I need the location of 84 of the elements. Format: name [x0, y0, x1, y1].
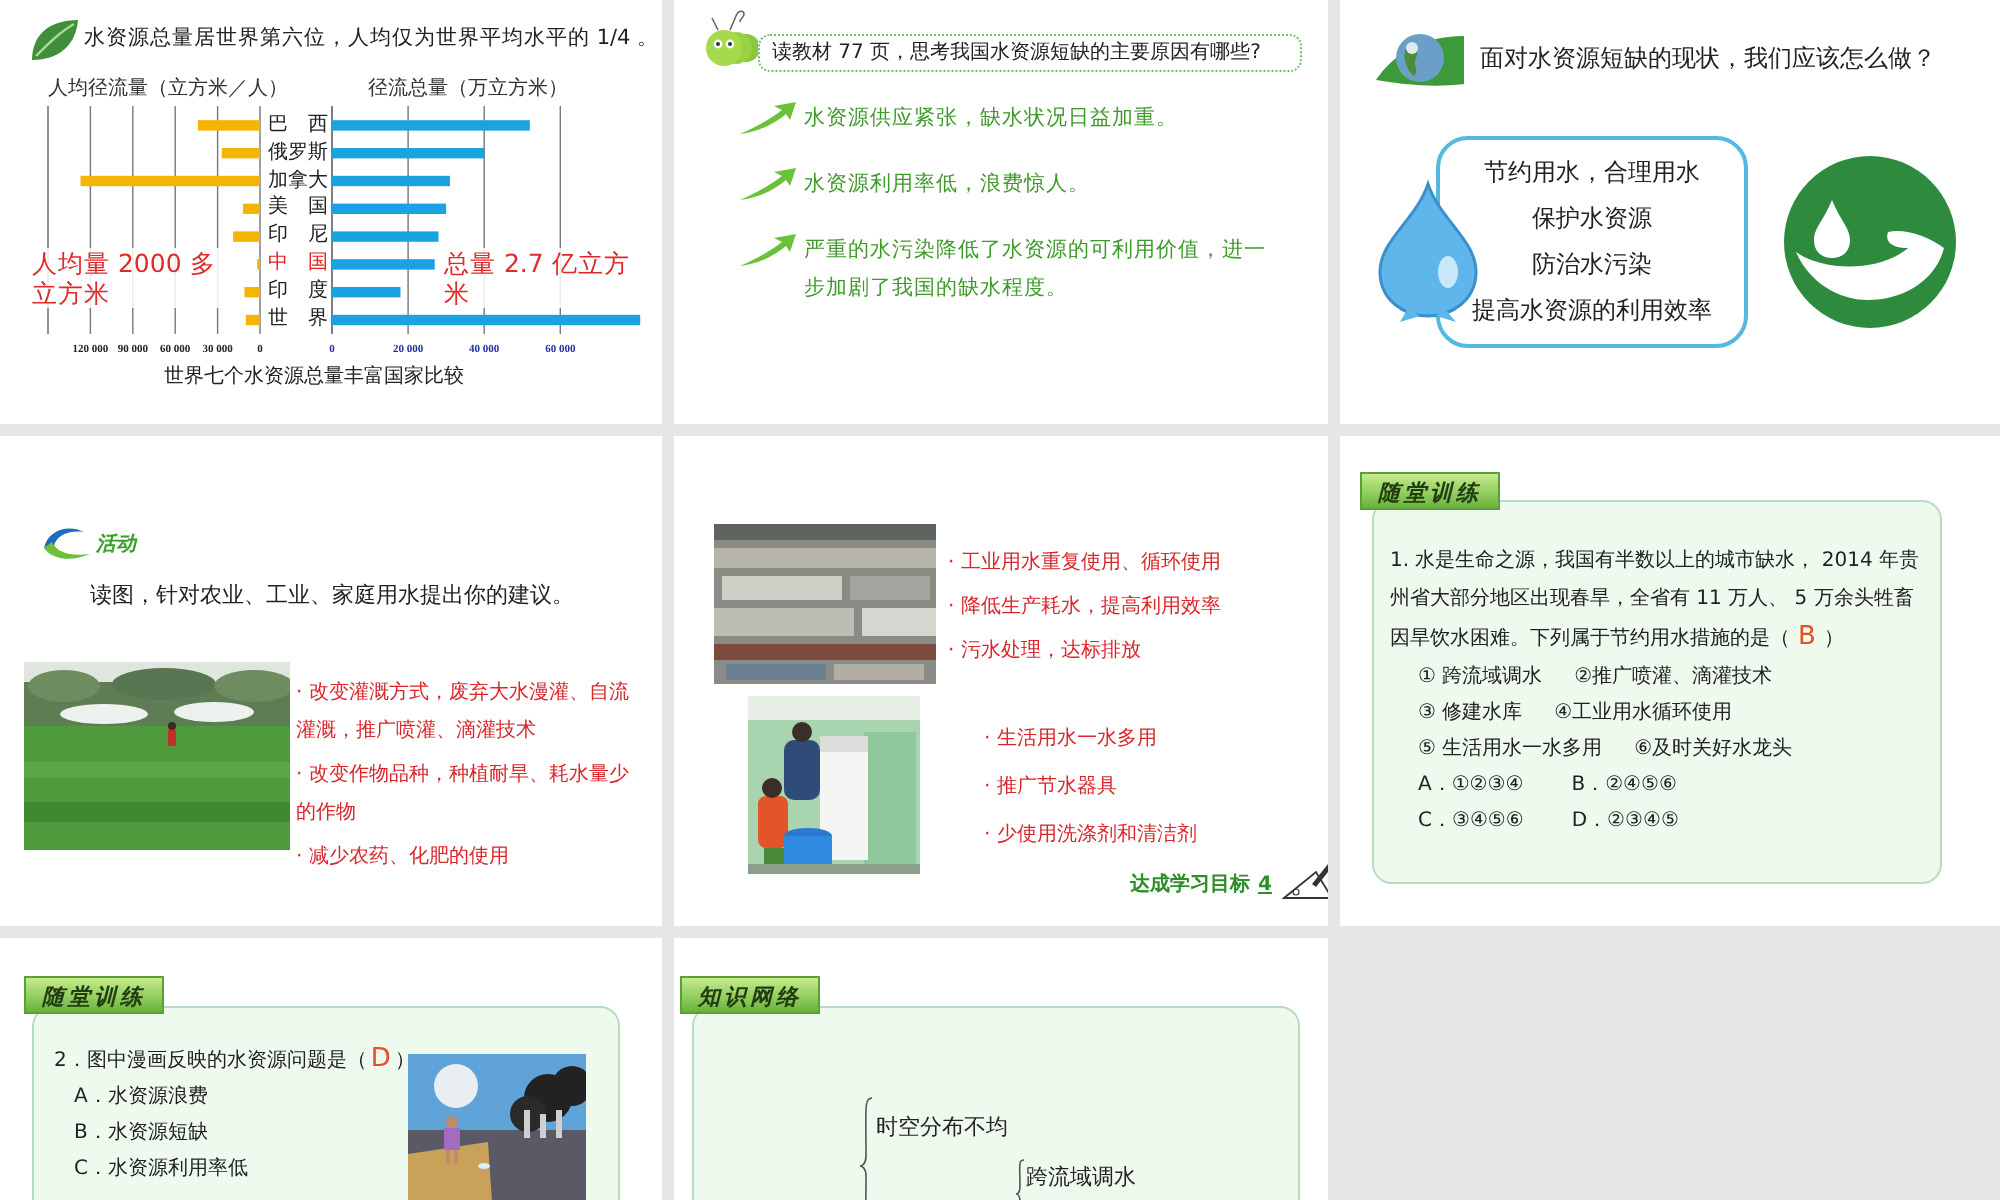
choice-text: B．②④⑤⑥	[1571, 772, 1677, 800]
suggestion-text: · 污水处理，达标排放	[948, 637, 1143, 666]
measure-text: 保护水资源	[1532, 202, 1652, 236]
slide-title: 水资源总量居世界第六位，人均仅为世界平均水平的 1/4 。	[84, 24, 660, 55]
measure-text: 提高水资源的利用效率	[1472, 294, 1712, 328]
caterpillar-icon	[702, 8, 758, 72]
suggestion-text: · 降低生产耗水，提高利用效率	[948, 593, 1221, 622]
map-label: 时空分布不均	[876, 1112, 1008, 1144]
footer-text: 达成学习目标	[1130, 871, 1250, 900]
bar	[245, 314, 260, 326]
reason-text: 严重的水污染降低了水资源的可利用价值，进一步加剧了我国的缺水程度。	[804, 236, 1268, 304]
section-label: 活动	[96, 531, 136, 559]
question-text: 2．图中漫画反映的水资源问题是（	[54, 1050, 367, 1072]
leaf-icon	[28, 16, 80, 64]
bar	[332, 287, 401, 298]
question-text: 读教材 77 页，思考我国水资源短缺的主要原因有哪些?	[758, 34, 1302, 72]
bar	[221, 148, 260, 159]
category-label: 俄罗斯	[268, 139, 328, 168]
water-logo-icon	[1784, 156, 1956, 328]
bar	[332, 259, 435, 270]
swoosh-icon	[40, 524, 92, 564]
category-label: 印 尼	[268, 222, 328, 251]
choice-text: C．水资源利用率低	[74, 1155, 250, 1184]
bar	[332, 203, 447, 214]
bar	[332, 231, 439, 242]
choice-text: A．水资源浪费	[74, 1083, 210, 1112]
arrow-icon	[738, 166, 798, 202]
category-label: 世 界	[268, 305, 328, 334]
suggestion-text: · 推广节水器具	[984, 773, 1119, 802]
option-text: ④工业用水循环使用	[1554, 699, 1733, 728]
footer-number: 4	[1258, 872, 1272, 900]
reason-text: 水资源供应紧张，缺水状况日益加重。	[804, 104, 1180, 134]
section-tag: 随堂训练	[1360, 472, 1500, 510]
measure-text: 节约用水，合理用水	[1484, 156, 1700, 190]
globe-leaf-icon	[1372, 28, 1468, 88]
slide-thumbnail[interactable]: 随堂训练 1. 水是生命之源，我国有半数以上的城市缺水， 2014 年贵州省大部分地区出现春旱，全省有 11 万人、 5 万余头牲畜因旱饮水困难。下列属于节约用水措施的是（ B ） ① 跨流域调水 ②推广喷灌、滴灌技术 ③ 修建水库 ④工业用水循环使用 ⑤ 生活用水一水多用 ⑥及时关好水龙头 A．①②③④ B．②④⑤⑥ C．③④⑤⑥ D．②③④⑤	[1340, 436, 2000, 926]
category-label: 加拿大	[268, 167, 328, 195]
suggestion-text: · 改变灌溉方式，废弃大水漫灌、自流灌溉，推广喷灌、滴灌技术	[296, 679, 631, 745]
option-text: ⑤ 生活用水一水多用	[1418, 735, 1603, 764]
bracket-text: ）	[394, 1050, 415, 1072]
reason-text: 水资源利用率低，浪费惊人。	[804, 170, 1092, 200]
category-label: 美 国	[268, 194, 328, 223]
brace-icon	[858, 1096, 874, 1200]
arrow-icon	[738, 100, 798, 136]
choice-text: B．水资源短缺	[74, 1119, 210, 1148]
slide-thumbnail[interactable]: 活动 读图，针对农业、工业、家庭用水提出你的建议。 · 改变灌溉方式，废弃大水漫灌、自流灌溉，推广喷灌、滴灌技术 · 改变作物品种，种植耐旱、耗水量少的作物 · 减少农药、化肥的使用	[0, 436, 662, 926]
suggestion-text: · 减少农药、化肥的使用	[296, 843, 511, 871]
slide-thumbnail[interactable]: 面对水资源短缺的现状，我们应该怎么做？ 节约用水，合理用水 保护水资源 防治水污染 提高水资源的利用效率	[1340, 0, 2000, 424]
bar	[197, 120, 260, 131]
option-text: ① 跨流域调水	[1418, 663, 1543, 692]
category-label: 中 国	[268, 250, 328, 279]
slide-title: 面对水资源短缺的现状，我们应该怎么做？	[1480, 42, 1936, 76]
slide-thumbnail[interactable]: · 工业用水重复使用、循环使用 · 降低生产耗水，提高利用效率 · 污水处理，达标排放 · 生活用水一水多用 · 推广节水器具 · 少使用洗涤剂和清洁剂 达成学习目标 4	[674, 436, 1328, 926]
bar	[243, 203, 260, 214]
suggestion-text: · 工业用水重复使用、循环使用	[948, 549, 1221, 578]
axis-title: 人均径流量（立方米／人）	[48, 76, 290, 104]
section-tag: 知识网络	[680, 976, 820, 1014]
pencil-triangle-icon	[1279, 860, 1328, 900]
arrow-icon	[738, 232, 798, 268]
suggestion-text: · 少使用洗涤剂和清洁剂	[984, 821, 1197, 850]
section-tag: 随堂训练	[24, 976, 164, 1014]
slide-thumbnail[interactable]: 读教材 77 页，思考我国水资源短缺的主要原因有哪些? 水资源供应紧张，缺水状况日益加重。 水资源利用率低，浪费惊人。 严重的水污染降低了水资源的可利用价值，进一步加剧了我国的缺水程度。	[674, 0, 1328, 424]
suggestion-text: · 改变作物品种，种植耐旱、耗水量少的作物	[296, 761, 631, 827]
choice-text: D．②③④⑤	[1571, 808, 1679, 836]
slide-thumbnail[interactable]: 知识网络 时空分布不均 跨流域调水	[674, 938, 1328, 1200]
bar	[332, 175, 450, 187]
measure-text: 防治水污染	[1532, 248, 1652, 282]
suggestion-text: · 生活用水一水多用	[984, 725, 1159, 754]
choice-text: C．③④⑤⑥	[1418, 808, 1524, 836]
axis-title: 径流总量（万立方米）	[368, 76, 568, 104]
option-text: ②推广喷灌、滴灌技术	[1574, 663, 1773, 692]
category-label: 印 度	[268, 278, 328, 306]
question-text: 1. 水是生命之源，我国有半数以上的城市缺水， 2014 年贵州省大部分地区出现春旱，全省有 11 万人、 5 万余头牲畜因旱饮水困难。下列属于节约用水措施的是（ B ）	[1390, 547, 1922, 656]
slide-thumbnail[interactable]: 随堂训练 2．图中漫画反映的水资源问题是（D） A．水资源浪费 B．水资源短缺 C．水资源利用率低	[0, 938, 662, 1200]
choice-text: A．①②③④	[1418, 772, 1524, 800]
answer-mark: D	[370, 1044, 391, 1074]
bar	[244, 287, 260, 298]
option-text: ③ 修建水库	[1418, 699, 1523, 728]
category-label: 巴 西	[268, 111, 328, 140]
bar	[233, 231, 260, 242]
map-label: 跨流域调水	[1026, 1162, 1136, 1194]
prompt-text: 读图，针对农业、工业、家庭用水提出你的建议。	[90, 580, 576, 612]
chart-caption: 世界七个水资源总量丰富国家比较	[164, 363, 466, 392]
option-text: ⑥及时关好水龙头	[1634, 735, 1793, 764]
